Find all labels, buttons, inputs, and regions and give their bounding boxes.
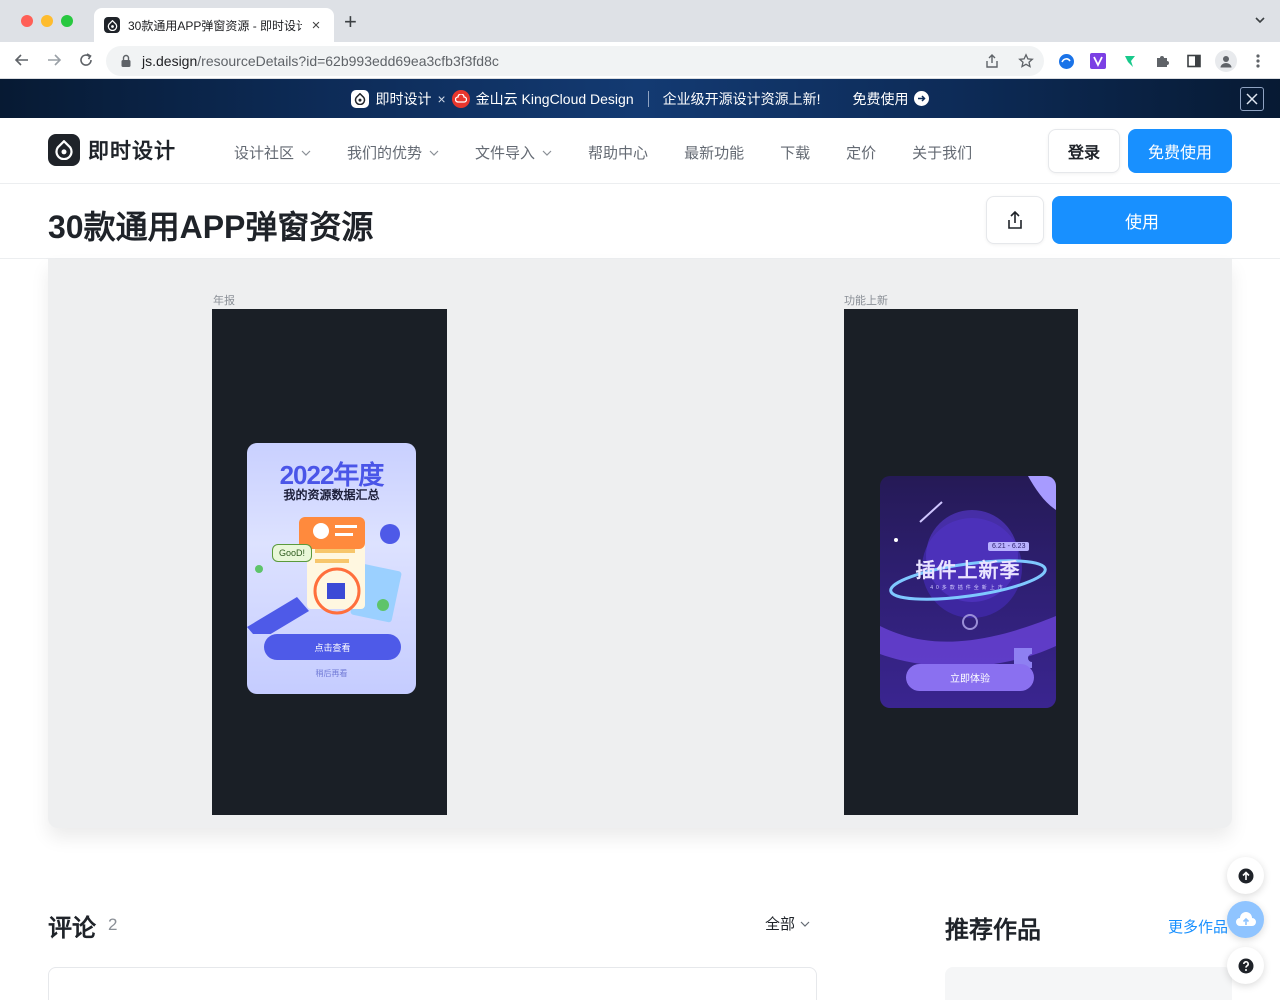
arrow-up-circle-icon [1238, 868, 1253, 883]
frame-annual[interactable]: 2022年度 我的资源数据汇总 GooD! 点击查看 稍后再看 [212, 309, 447, 815]
promo-cta-link[interactable]: 免费使用 [853, 89, 929, 109]
plugin-title: 插件上新季 [915, 560, 1021, 582]
share-page-icon[interactable] [984, 53, 1000, 69]
plugin-subtitle: 40多款插件全新上市 [930, 585, 1006, 591]
nav-item-new-features[interactable]: 最新功能 [684, 142, 744, 163]
chevron-down-icon [542, 150, 552, 156]
extension-globe-icon[interactable] [1057, 52, 1075, 70]
resource-title-row: 30款通用APP弹窗资源 使用 [0, 184, 1280, 259]
nav-item-import[interactable]: 文件导入 [475, 142, 552, 163]
site-header: 即时设计 设计社区 我们的优势 文件导入 帮助中心 最新功能 下载 定价 关于我… [0, 118, 1280, 184]
comments-filter-label: 全部 [765, 916, 796, 933]
tab-search-chevron-icon[interactable] [1254, 14, 1266, 26]
new-tab-icon[interactable]: + [344, 11, 357, 33]
comments-count: 2 [108, 915, 118, 934]
side-panel-icon[interactable] [1185, 52, 1203, 70]
bookmark-star-icon[interactable] [1018, 53, 1034, 69]
use-button[interactable]: 使用 [1052, 196, 1232, 244]
tab-close-icon[interactable]: × [308, 17, 324, 34]
address-bar[interactable]: js.design/resourceDetails?id=62b993edd69… [106, 46, 1044, 76]
annual-report-popup: 2022年度 我的资源数据汇总 GooD! 点击查看 稍后再看 [247, 443, 416, 694]
nav-item-download[interactable]: 下载 [780, 142, 810, 163]
browser-tab-bar: 30款通用APP弹窗资源 - 即时设计 × + [0, 0, 1280, 42]
reload-icon[interactable] [76, 50, 96, 70]
promo-times: × [437, 90, 446, 107]
annual-later-link: 稍后再看 [315, 669, 348, 678]
annual-subtitle: 我的资源数据汇总 [283, 488, 380, 502]
help-button[interactable] [1227, 947, 1264, 984]
chevron-down-icon [429, 150, 439, 156]
jsdesign-logo-icon [48, 134, 80, 166]
plugin-try-button: 立即体验 [906, 664, 1034, 691]
comment-input-box[interactable] [48, 967, 817, 1000]
brand-logo-link[interactable]: 即时设计 [48, 134, 176, 166]
nav-item-advantages[interactable]: 我们的优势 [347, 142, 439, 163]
share-icon [1008, 210, 1022, 229]
browser-tab-active[interactable]: 30款通用APP弹窗资源 - 即时设计 × [94, 8, 334, 42]
extension-bird-icon[interactable] [1121, 52, 1139, 70]
promo-message: 企业级开源设计资源上新! [662, 90, 821, 107]
cloud-upload-icon [1235, 911, 1256, 926]
promo-divider [647, 90, 649, 107]
nav-item-about[interactable]: 关于我们 [912, 142, 972, 163]
nav-item-pricing[interactable]: 定价 [846, 142, 876, 163]
chevron-down-icon [301, 150, 311, 156]
plugin-launch-popup: 6.21 - 6.23 插件上新季 40多款插件全新上市 立即体验 [880, 476, 1056, 708]
login-button[interactable]: 登录 [1048, 129, 1120, 173]
recommended-title: 推荐作品 [945, 917, 1041, 944]
free-use-button[interactable]: 免费使用 [1128, 129, 1232, 173]
jsdesign-logo-icon [351, 89, 370, 108]
extension-v-icon[interactable] [1089, 52, 1107, 70]
promo-cta-label: 免费使用 [852, 90, 909, 107]
brand-name: 即时设计 [88, 140, 176, 163]
tab-title: 30款通用APP弹窗资源 - 即时设计 [128, 18, 302, 33]
arrow-right-circle-icon [913, 91, 929, 106]
site-favicon-icon [104, 17, 120, 33]
page-title: 30款通用APP弹窗资源 [48, 209, 374, 245]
good-speech-bubble: GooD! [272, 544, 313, 562]
frame-label-new-features: 功能上新 [844, 295, 888, 307]
window-maximize-button[interactable] [61, 15, 73, 27]
help-question-icon [1238, 958, 1253, 973]
nav-item-community[interactable]: 设计社区 [234, 142, 311, 163]
url-text: js.design/resourceDetails?id=62b993edd69… [142, 53, 499, 69]
window-close-button[interactable] [21, 15, 33, 27]
plugin-date-badge: 6.21 - 6.23 [988, 542, 1030, 551]
frame-label-annual: 年报 [213, 295, 235, 307]
chevron-down-icon [800, 921, 810, 927]
preview-canvas[interactable]: 年报 2022年度 我的资源数据汇总 GooD! 点击查看 稍后再看 功能上新 … [48, 259, 1232, 828]
promo-banner[interactable]: 即时设计 × 金山云 KingCloud Design 企业级开源设计资源上新!… [0, 79, 1280, 118]
comments-filter-dropdown[interactable]: 全部 [765, 913, 810, 934]
back-arrow-icon[interactable] [12, 50, 32, 70]
back-to-top-button[interactable] [1227, 857, 1264, 894]
annual-illustration-icon [247, 517, 402, 634]
promo-brand: 即时设计 [375, 90, 432, 107]
browser-toolbar: js.design/resourceDetails?id=62b993edd69… [0, 42, 1280, 79]
window-minimize-button[interactable] [41, 15, 53, 27]
forward-arrow-icon[interactable] [44, 50, 64, 70]
profile-avatar-icon[interactable] [1215, 50, 1237, 72]
promo-close-icon[interactable] [1240, 87, 1264, 111]
main-nav: 设计社区 我们的优势 文件导入 帮助中心 最新功能 下载 定价 关于我们 [234, 142, 1008, 163]
more-works-link[interactable]: 更多作品 [1168, 916, 1228, 937]
frame-new-features[interactable]: 6.21 - 6.23 插件上新季 40多款插件全新上市 立即体验 [844, 309, 1078, 815]
lock-icon [121, 54, 131, 67]
annual-view-button: 点击查看 [264, 634, 401, 660]
kingcloud-logo-icon [451, 89, 470, 108]
share-button[interactable] [986, 196, 1044, 244]
upload-cloud-button[interactable] [1227, 901, 1264, 938]
comments-title: 评论 [48, 915, 96, 942]
promo-partner: 金山云 KingCloud Design [475, 90, 634, 107]
extensions-puzzle-icon[interactable] [1153, 52, 1171, 70]
browser-menu-kebab-icon[interactable] [1249, 52, 1267, 70]
nav-item-help[interactable]: 帮助中心 [588, 142, 648, 163]
recommended-card[interactable] [945, 967, 1232, 1000]
